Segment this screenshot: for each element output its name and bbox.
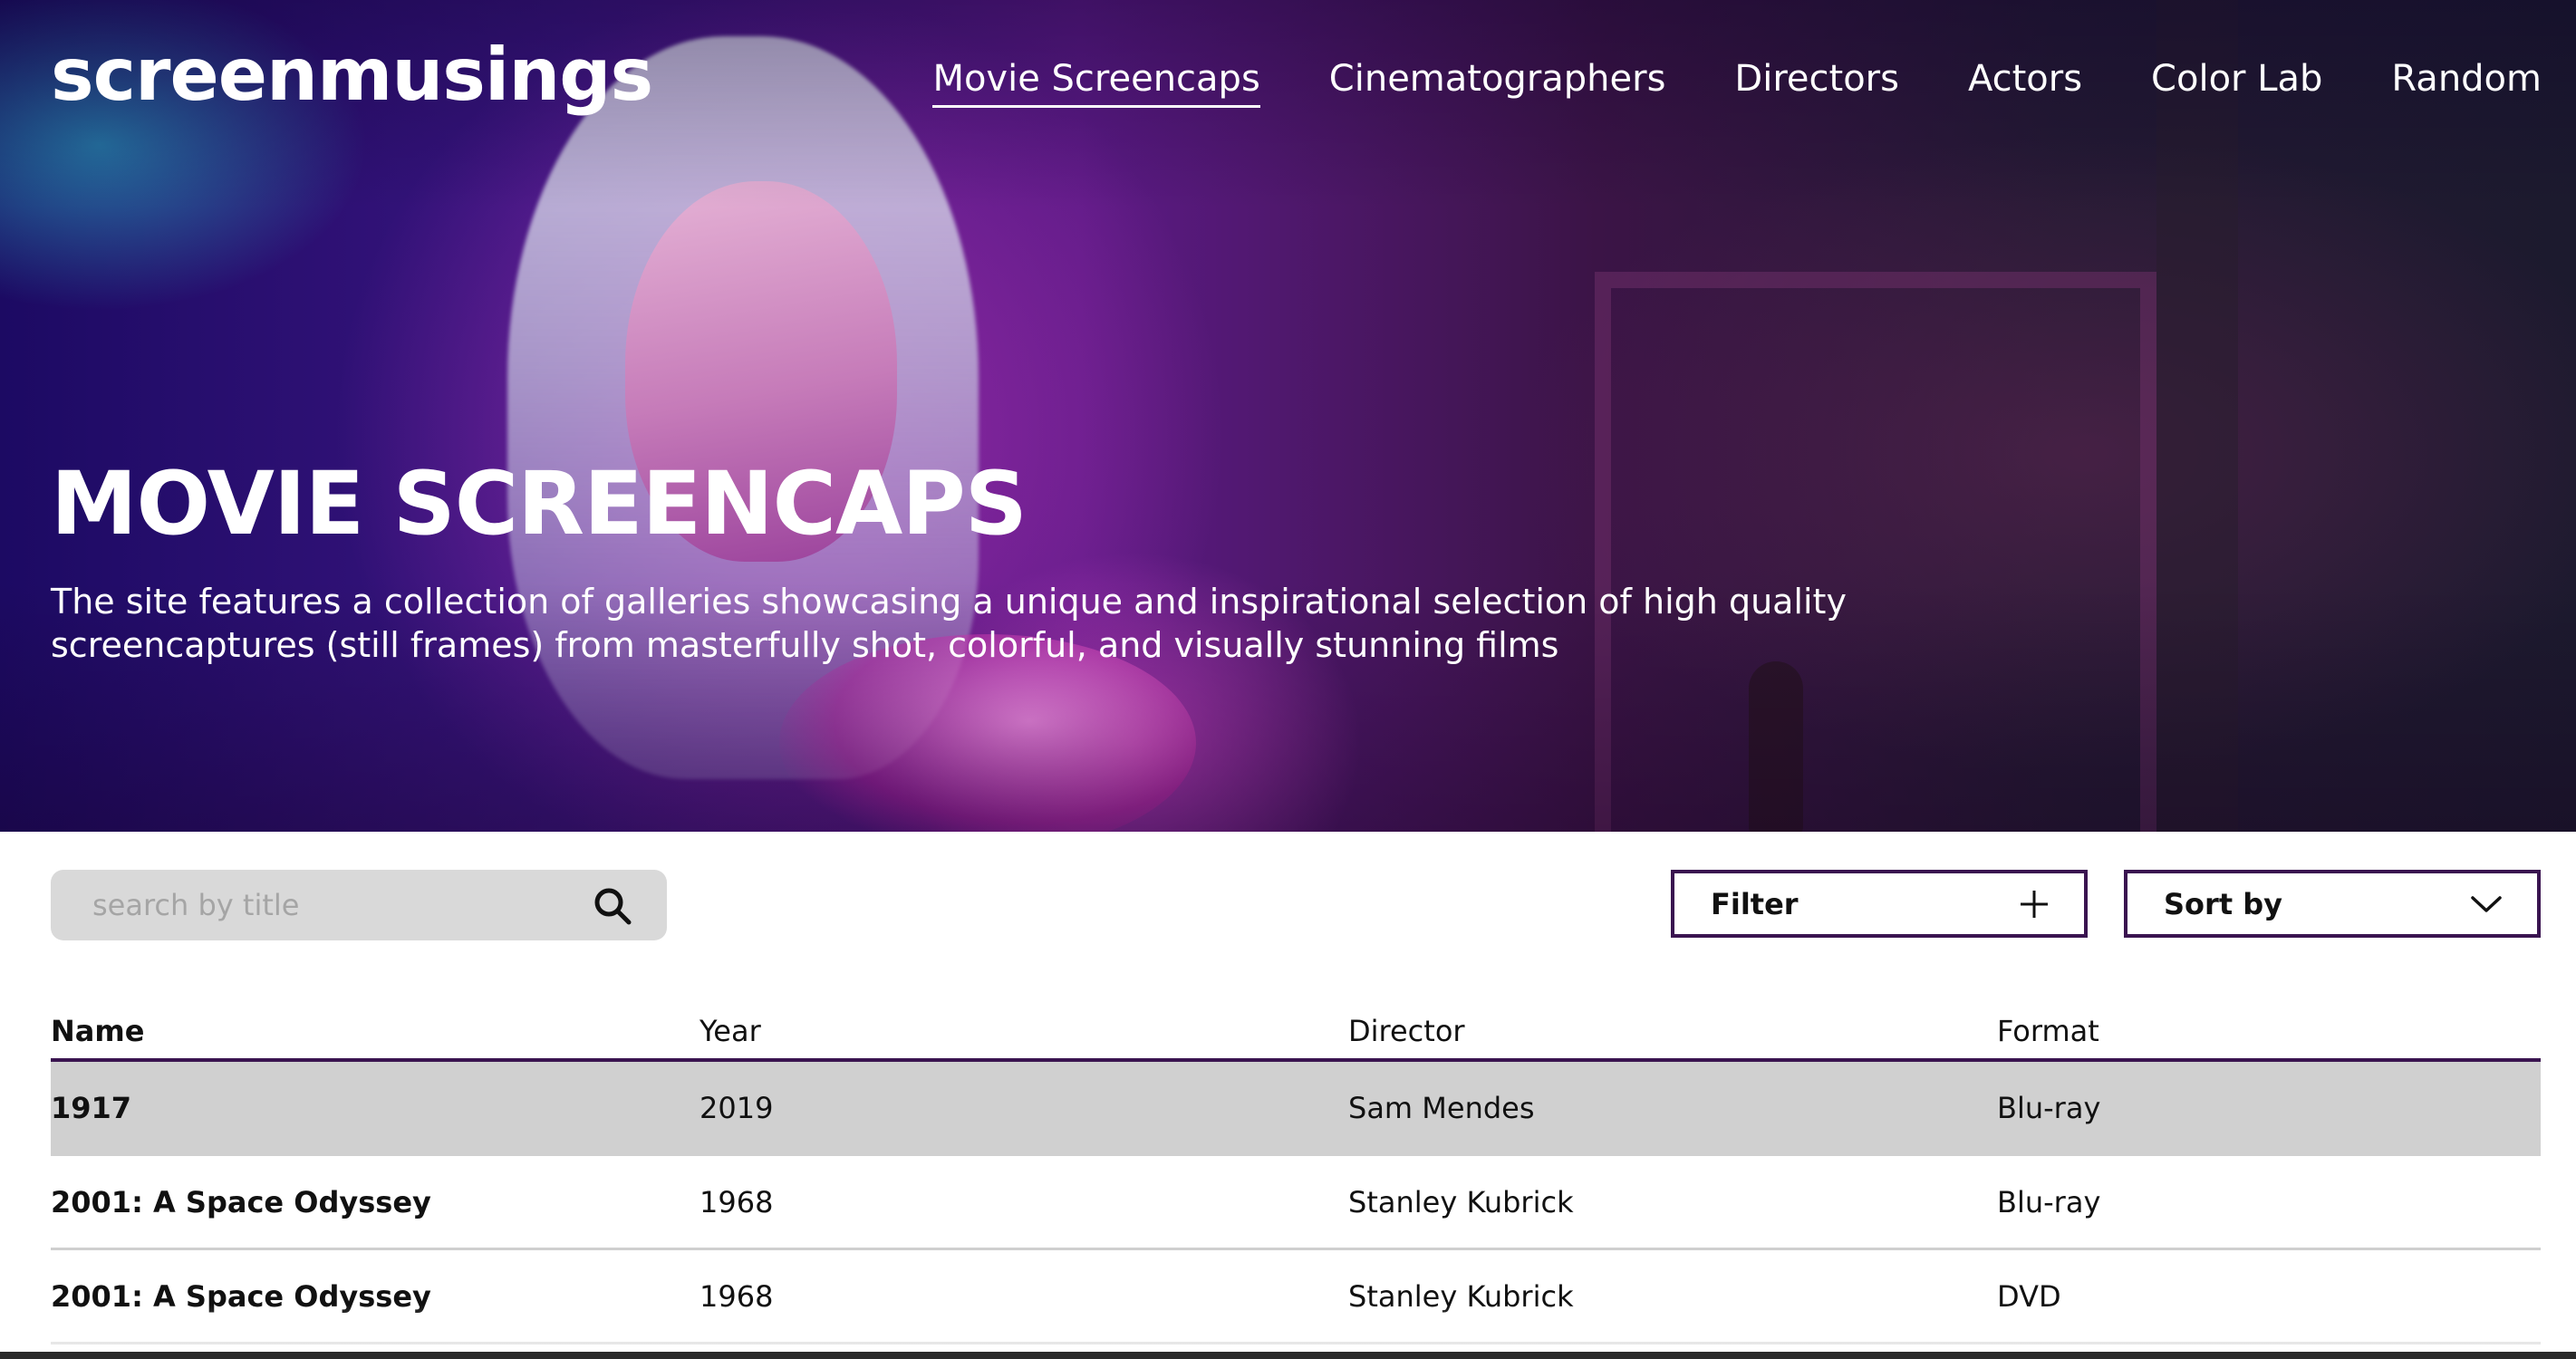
hero-background-image — [507, 36, 979, 779]
page-description: The site features a collection of galler… — [51, 582, 1847, 665]
nav-item-actors[interactable]: Actors — [1968, 58, 2082, 108]
screencaps-table: Name Year Director Format 1917 2019 Sam … — [51, 1004, 2541, 1345]
nav-item-random[interactable]: Random — [2391, 58, 2542, 108]
filter-label: Filter — [1711, 886, 1799, 921]
nav-item-cinematographers[interactable]: Cinematographers — [1329, 58, 1666, 108]
table-row[interactable]: 2001: A Space Odyssey 1968 Stanley Kubri… — [51, 1156, 2541, 1250]
nav-item-movie-screencaps[interactable]: Movie Screencaps — [932, 58, 1260, 108]
cell-year: 1968 — [699, 1184, 774, 1219]
cell-name[interactable]: 2001: A Space Odyssey — [51, 1279, 699, 1314]
table-header: Name Year Director Format — [51, 1004, 2541, 1062]
cell-year: 1968 — [699, 1278, 774, 1314]
nav-item-color-lab[interactable]: Color Lab — [2151, 58, 2322, 108]
site-logo[interactable]: screenmusings — [51, 33, 653, 117]
search-icon[interactable] — [593, 886, 632, 926]
column-header-format[interactable]: Format — [1997, 1014, 2541, 1048]
cell-director: Stanley Kubrick — [1348, 1278, 1574, 1314]
cell-year: 2019 — [699, 1090, 774, 1125]
nav-item-directors[interactable]: Directors — [1734, 58, 1899, 108]
chevron-down-icon — [2470, 893, 2503, 915]
sort-by-dropdown[interactable]: Sort by — [2124, 870, 2541, 938]
search-box — [51, 870, 667, 940]
page-title: MOVIE SCREENCAPS — [51, 453, 1028, 554]
page-bottom-edge — [0, 1352, 2576, 1359]
plus-icon — [2019, 889, 2050, 920]
search-input[interactable] — [51, 870, 585, 940]
table-row[interactable]: 2001: A Space Odyssey 1968 Stanley Kubri… — [51, 1250, 2541, 1345]
cell-name[interactable]: 1917 — [51, 1091, 699, 1125]
cell-director: Stanley Kubrick — [1348, 1184, 1574, 1219]
sort-label: Sort by — [2164, 886, 2283, 921]
cell-name[interactable]: 2001: A Space Odyssey — [51, 1185, 699, 1219]
hero-background-structure — [1595, 272, 2156, 832]
cell-format: DVD — [1997, 1278, 2061, 1314]
cell-format: Blu-ray — [1997, 1184, 2101, 1219]
cell-format: Blu-ray — [1997, 1090, 2101, 1125]
table-row[interactable]: 1917 2019 Sam Mendes Blu-ray — [51, 1062, 2541, 1156]
column-header-year[interactable]: Year — [699, 1014, 1348, 1048]
main-nav: Movie Screencaps Cinematographers Direct… — [932, 58, 2542, 108]
cell-director: Sam Mendes — [1348, 1090, 1535, 1125]
filter-button[interactable]: Filter — [1671, 870, 2088, 938]
column-header-director[interactable]: Director — [1348, 1014, 1997, 1048]
column-header-name[interactable]: Name — [51, 1014, 699, 1048]
hero-banner — [0, 0, 2576, 832]
hero-background-person — [1749, 661, 1803, 832]
hero-background-pillar — [2156, 0, 2238, 832]
